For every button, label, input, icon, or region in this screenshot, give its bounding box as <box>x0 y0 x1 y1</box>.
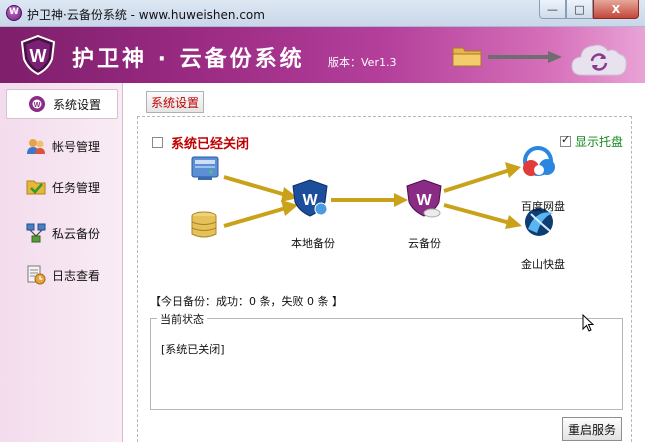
sidebar-item-label: 任务管理 <box>52 180 101 195</box>
sidebar-item-system-settings[interactable]: W 系统设置 <box>6 89 118 119</box>
database-icon <box>191 211 217 238</box>
restart-service-button[interactable]: 重启服务 <box>562 417 623 441</box>
local-backup-label: 本地备份 <box>291 237 335 250</box>
main-content: 系统设置 系统已经关闭 显示托盘 <box>124 83 645 442</box>
cloud-backup-shield-icon: W <box>406 179 442 218</box>
window-title: 护卫神·云备份系统 - www.huweishen.com <box>27 8 265 22</box>
sidebar: W 系统设置 帐号管理 任务管理 私云备份 日志查看 <box>0 83 123 442</box>
maximize-button[interactable]: □ <box>566 0 593 19</box>
current-state-legend: 当前状态 <box>157 311 207 327</box>
current-state-text: [系统已关闭] <box>161 343 225 356</box>
sidebar-item-private-cloud[interactable]: 私云备份 <box>6 218 118 248</box>
sidebar-item-account-management[interactable]: 帐号管理 <box>6 131 118 161</box>
log-clock-icon <box>27 265 46 285</box>
backup-flow-diagram: W W <box>191 146 555 238</box>
sidebar-item-label: 系统设置 <box>53 97 102 112</box>
cloud-backup-label: 云备份 <box>408 237 441 250</box>
maximize-icon: □ <box>574 2 585 16</box>
flow-arrow-server <box>223 175 287 197</box>
window-controls: — □ X <box>539 0 639 19</box>
flow-arrow-baidu <box>443 168 511 193</box>
kingsoft-kuaipan-label: 金山快盘 <box>521 258 565 271</box>
svg-text:W: W <box>34 102 41 109</box>
sidebar-item-log-viewer[interactable]: 日志查看 <box>6 260 118 290</box>
minimize-icon: — <box>547 2 558 16</box>
version-label: 版本：Ver1.3 <box>328 56 397 69</box>
baidu-netdisk-label: 百度网盘 <box>521 200 565 213</box>
folder-check-icon <box>26 180 46 195</box>
sidebar-item-label: 私云备份 <box>52 226 101 241</box>
flow-arrow-database <box>223 206 287 228</box>
sidebar-item-task-management[interactable]: 任务管理 <box>6 172 118 202</box>
header-banner: W 护卫神 · 云备份系统 版本：Ver1.3 <box>0 27 645 83</box>
title-bar[interactable]: W 护卫神·云备份系统 - www.huweishen.com — □ X <box>0 0 645 27</box>
cloud-sync-icon <box>571 44 627 76</box>
mouse-cursor-icon <box>582 314 594 332</box>
app-logo-icon: W <box>6 5 22 21</box>
brand-title: 护卫神 · 云备份系统 <box>72 47 305 72</box>
flow-arrow-kingsoft <box>443 203 511 225</box>
baidu-netdisk-icon <box>523 146 555 176</box>
svg-text:W: W <box>416 192 432 209</box>
sync-arrow-icon <box>488 51 562 63</box>
minimize-button[interactable]: — <box>539 0 566 19</box>
close-button[interactable]: X <box>593 0 639 19</box>
app-logo-letter: W <box>9 7 19 17</box>
gear-shield-icon: W <box>29 96 45 112</box>
server-icon <box>191 156 219 180</box>
settings-panel: 系统已经关闭 显示托盘 <box>137 116 632 442</box>
network-icon <box>26 223 46 243</box>
current-state-group: 当前状态 [系统已关闭] <box>150 311 623 410</box>
shield-logo-icon: W <box>20 35 56 75</box>
sidebar-item-label: 日志查看 <box>52 268 101 283</box>
close-icon: X <box>611 2 621 16</box>
tab-system-settings[interactable]: 系统设置 <box>146 91 205 113</box>
folder-icon <box>452 47 482 67</box>
today-backup-summary: 【今日备份：成功：0 条，失败 0 条 】 <box>150 295 343 308</box>
users-icon <box>27 139 45 154</box>
svg-text:W: W <box>30 46 47 66</box>
local-backup-shield-icon: W <box>292 179 328 217</box>
sidebar-item-label: 帐号管理 <box>52 139 101 154</box>
